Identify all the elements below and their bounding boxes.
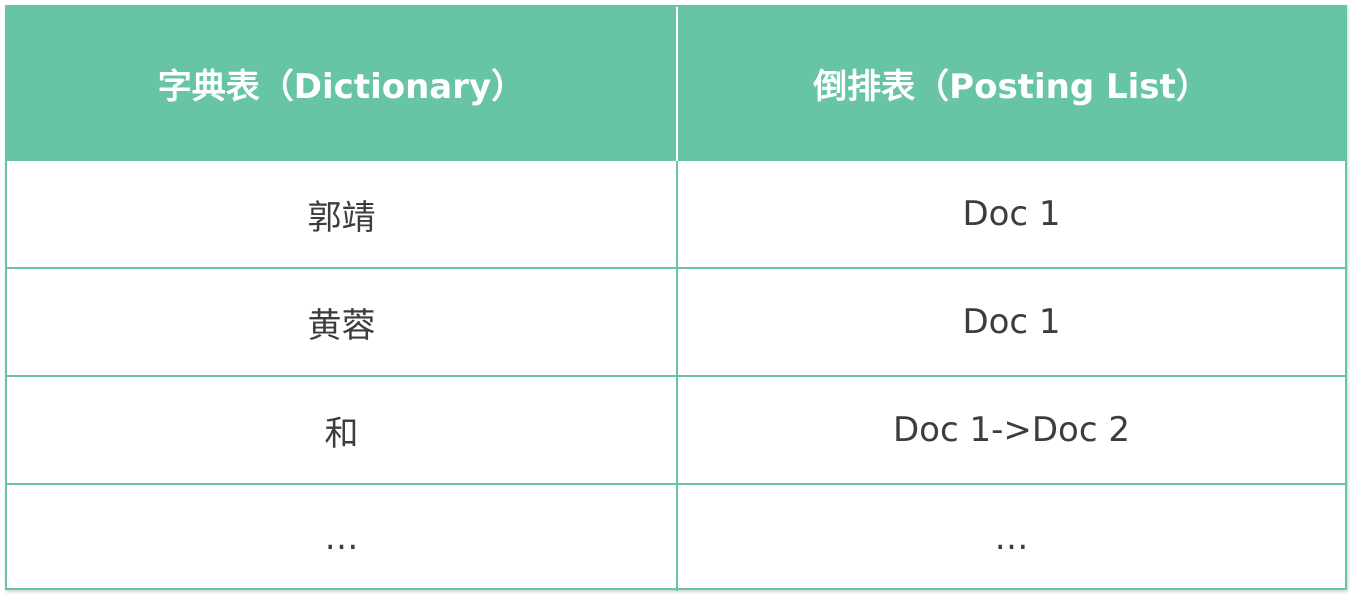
table: 字典表（Dictionary） 倒排表（Posting List） 郭靖 Doc… [7, 7, 1345, 591]
header-posting-list: 倒排表（Posting List） [676, 7, 1345, 160]
table-row: 郭靖 Doc 1 [7, 159, 1345, 268]
table-row: 和 Doc 1->Doc 2 [7, 375, 1345, 484]
inverted-index-table: 字典表（Dictionary） 倒排表（Posting List） 郭靖 Doc… [5, 5, 1347, 591]
posting-cell: Doc 1 [676, 267, 1345, 376]
term-cell: 和 [7, 375, 677, 484]
term-cell: 黄蓉 [7, 267, 677, 376]
posting-cell: Doc 1->Doc 2 [676, 375, 1345, 484]
term-cell: 郭靖 [7, 159, 677, 268]
table-header: 字典表（Dictionary） 倒排表（Posting List） [7, 7, 1345, 160]
posting-cell: Doc 1 [676, 159, 1345, 268]
posting-cell: … [676, 483, 1345, 591]
table-row: 黄蓉 Doc 1 [7, 267, 1345, 376]
header-dictionary: 字典表（Dictionary） [7, 7, 677, 160]
table-body: 郭靖 Doc 1 黄蓉 Doc 1 和 Doc 1->Doc 2 … … [7, 159, 1345, 591]
table-row: … … [7, 483, 1345, 591]
header-row: 字典表（Dictionary） 倒排表（Posting List） [7, 7, 1345, 160]
term-cell: … [7, 483, 677, 591]
